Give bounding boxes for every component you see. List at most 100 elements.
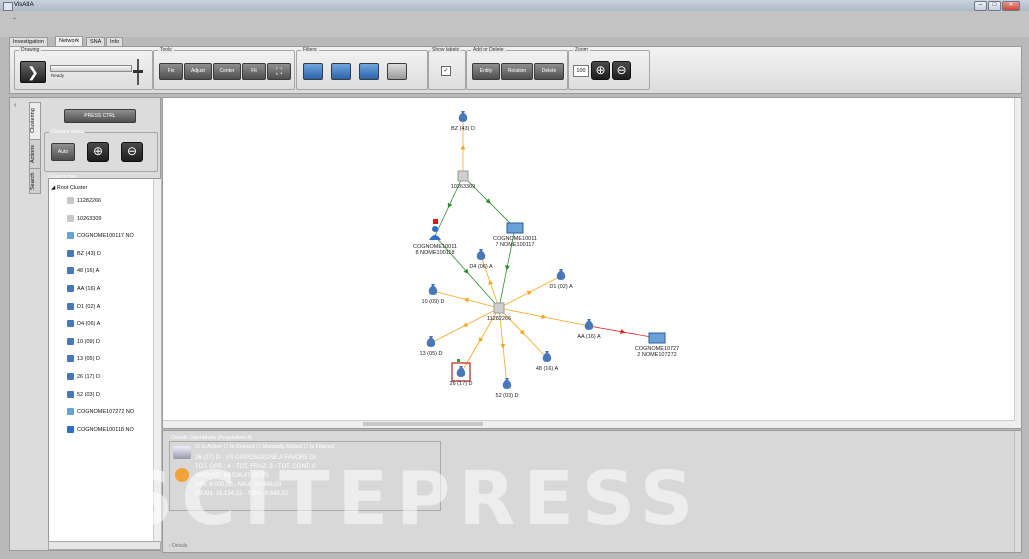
node-label: 52 (03) D <box>496 393 519 399</box>
tree-item-label: COGNOME100118 NO <box>77 426 134 433</box>
panel-collapse-icon[interactable]: ‹ <box>14 102 16 109</box>
canvas-h-scrollbar[interactable] <box>163 420 1021 428</box>
tree-item[interactable]: AA (16) A <box>67 285 100 294</box>
account-filter-icon[interactable] <box>359 63 379 80</box>
play-button[interactable]: ❯ <box>20 61 46 83</box>
zoom-label: Zoom <box>573 47 590 53</box>
show-labels-checkbox[interactable]: ✓ <box>441 66 451 76</box>
clusters-menu-label: Clusters menu <box>49 129 86 135</box>
graph-node[interactable]: AA (16) A <box>577 319 601 340</box>
add-cluster-icon[interactable]: ⊕ <box>87 142 109 162</box>
manually-added-checkbox[interactable]: ☐ Manually Added <box>256 444 302 450</box>
node-label: 10 (09) D <box>422 299 445 305</box>
tree-item[interactable]: COGNOME100117 NO <box>67 232 134 241</box>
graph-node[interactable]: COGNOME107272 NOME107272 <box>635 332 679 358</box>
document-filter-icon[interactable] <box>387 63 407 80</box>
tree-item[interactable]: 52 (03) D <box>67 390 100 400</box>
tree-item[interactable]: COGNOME100118 NO <box>67 425 134 435</box>
details-footer[interactable]: › Details <box>169 543 187 549</box>
status-dot-icon <box>457 359 460 362</box>
watermark: SCITEPRESS <box>120 456 702 542</box>
zoom-out-icon[interactable]: ⊖ <box>612 61 631 80</box>
tree-item-label: COGNOME100117 NO <box>77 233 134 240</box>
graph-node[interactable]: 10263309 <box>451 170 475 190</box>
vtab-clustering[interactable]: Clustering <box>29 102 41 140</box>
fullscreen-icon[interactable]: ⛶ <box>267 63 291 80</box>
graph-edge[interactable] <box>498 307 590 327</box>
tree-item[interactable]: 48 (16) A <box>67 267 99 276</box>
tree-item[interactable]: 13 (05) D <box>67 355 100 364</box>
node-label: 8 NOME100118 <box>415 250 454 256</box>
progress-bar <box>50 65 132 72</box>
delete-button[interactable]: Delete <box>534 63 564 80</box>
collapse-arrow-icon[interactable]: ⌃ <box>12 17 17 24</box>
money-bag-icon <box>67 249 74 257</box>
money-bag-icon <box>67 320 74 328</box>
is-active-label: Is Active <box>201 444 222 450</box>
company-filter-icon[interactable] <box>331 63 351 80</box>
scroll-thumb[interactable] <box>363 422 483 426</box>
tree-item[interactable]: 10 (09) D <box>67 337 100 347</box>
graph-node[interactable]: 26 (17) D <box>450 359 473 387</box>
tree-item[interactable]: 26 (17) D <box>67 373 100 382</box>
graph-node[interactable]: COGNOME100118 NOME100118 <box>413 219 457 256</box>
graph-node[interactable]: 52 (03) D <box>496 378 519 399</box>
graph-node[interactable]: BZ (43) D <box>451 111 475 132</box>
press-ctrl-button[interactable]: PRESS CTRL <box>64 109 136 123</box>
vtab-search[interactable]: Search <box>29 168 41 194</box>
is-active-checkbox[interactable]: ☑ Is Active <box>195 444 222 450</box>
center-button[interactable]: Center <box>213 63 241 80</box>
adjust-button[interactable]: Adjust <box>184 63 212 80</box>
close-button[interactable]: ✕ <box>1002 1 1020 11</box>
graph-edge[interactable] <box>498 275 562 309</box>
maximize-button[interactable]: □ <box>988 1 1001 11</box>
vtab-actions[interactable]: Actions <box>29 139 41 169</box>
node-label: 48 (16) A <box>536 366 559 372</box>
zoom-input[interactable]: 100 <box>573 65 589 77</box>
tree-h-scrollbar[interactable] <box>48 541 161 550</box>
tree-item[interactable]: D4 (06) A <box>67 320 100 329</box>
remove-cluster-icon[interactable]: ⊖ <box>121 142 143 162</box>
fix-button[interactable]: Fix <box>159 63 183 80</box>
minimize-button[interactable]: – <box>974 1 987 11</box>
is-deleted-label: Is Deleted <box>229 444 255 450</box>
is-filtered-checkbox[interactable]: ☐ Is Filtered <box>303 444 334 450</box>
details-checks: ☑ Is Active ☐ Is Deleted ☐ Manually Adde… <box>195 444 334 450</box>
zoom-in-icon[interactable]: ⊕ <box>591 61 610 80</box>
graph-node[interactable]: D4 (06) A <box>469 249 493 270</box>
money-bag-icon <box>458 111 468 122</box>
flag-icon <box>433 219 438 224</box>
ribbon-toolbar: Drawing ❯ Ready Tools Fix Adjust Center … <box>9 46 1022 94</box>
money-bag-icon <box>556 269 566 280</box>
window-chrome: ⌃ <box>0 11 1029 37</box>
money-bag-icon <box>542 351 552 362</box>
entity-button[interactable]: Entity <box>472 63 500 80</box>
tree-item[interactable]: 11282266 <box>67 197 101 206</box>
graph-node[interactable]: 10 (09) D <box>422 284 445 305</box>
tree-item[interactable]: BZ (43) D <box>67 249 101 259</box>
company-icon <box>648 332 666 344</box>
auto-button[interactable]: Auto <box>51 143 75 161</box>
fit-button[interactable]: Fit <box>242 63 266 80</box>
details-scrollbar[interactable] <box>1014 431 1021 552</box>
tree-item[interactable]: COGNOME107272 NO <box>67 408 134 417</box>
money-bag-icon <box>67 302 74 310</box>
filters-group-label: Filters <box>301 47 319 53</box>
network-graph[interactable]: BZ (43) D 10263309 COGNOME100118 NOME10011… <box>163 98 1021 428</box>
graph-node[interactable]: COGNOME100117 NOME100117 <box>493 222 537 248</box>
tree-item[interactable]: 10263309 <box>67 214 101 224</box>
is-deleted-checkbox[interactable]: ☐ Is Deleted <box>223 444 254 450</box>
relation-button[interactable]: Relation <box>501 63 533 80</box>
filters-group: Filters <box>296 47 428 90</box>
account-icon <box>67 197 74 205</box>
canvas-v-scrollbar[interactable] <box>1014 98 1021 421</box>
graph-node[interactable]: 48 (16) A <box>536 351 559 372</box>
graph-node[interactable]: D1 (02) A <box>549 269 573 290</box>
slider-thumb[interactable] <box>133 70 143 73</box>
person-filter-icon[interactable] <box>303 63 323 80</box>
graph-canvas[interactable]: BZ (43) D 10263309 COGNOME10011 8 NOME10011… <box>162 97 1022 429</box>
tree-item[interactable]: D1 (02) A <box>67 302 100 312</box>
tree-root[interactable]: ◢ Root Cluster <box>51 185 87 191</box>
company-icon <box>67 232 74 240</box>
show-labels-group: Show labels ✓ <box>428 47 466 90</box>
